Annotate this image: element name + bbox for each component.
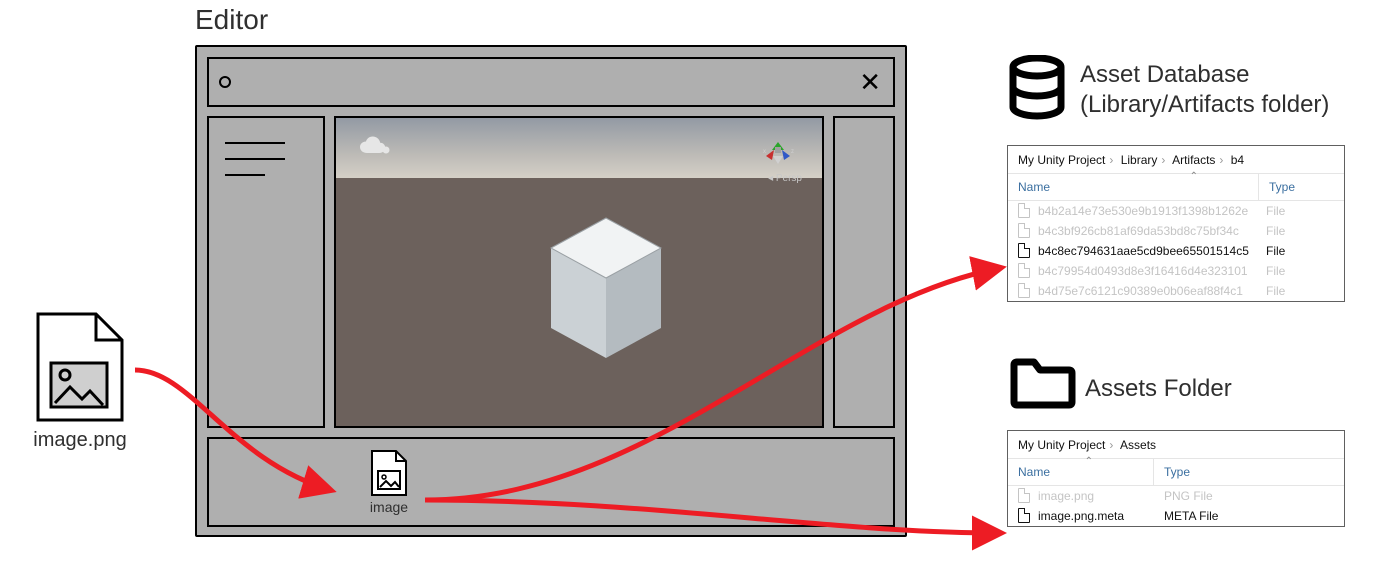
- file-icon: [1018, 223, 1032, 239]
- file-row[interactable]: b4d75e7c6121c90389e0b06eaf88f4c1 File: [1008, 281, 1344, 301]
- editor-inspector-panel: [833, 116, 895, 428]
- folder-icon: [1010, 355, 1076, 411]
- file-icon: [1018, 243, 1032, 259]
- sort-indicator-icon: ⌃: [1190, 171, 1198, 182]
- file-name: image.png: [1038, 489, 1094, 503]
- editor-scene-view[interactable]: x z ◂ Persp: [334, 116, 824, 428]
- project-asset-chip[interactable]: image: [369, 449, 409, 515]
- file-icon: [1018, 283, 1032, 299]
- overlay-icon: [358, 136, 394, 158]
- file-row[interactable]: image.png.meta META File: [1008, 506, 1344, 526]
- asset-chip-label: image: [369, 499, 409, 515]
- sort-indicator-icon: ⌃: [1085, 456, 1093, 467]
- file-row[interactable]: b4c3bf926cb81af69da53bd8c75bf34c File: [1008, 221, 1344, 241]
- editor-title: Editor: [195, 4, 268, 36]
- file-name: b4c79954d0493d8e3f16416d4e323101: [1038, 264, 1248, 278]
- source-file: image.png: [33, 311, 127, 452]
- column-headers[interactable]: Name⌃ Type: [1008, 458, 1344, 486]
- asset-thumbnail-icon: [369, 449, 409, 497]
- file-type: File: [1266, 284, 1334, 298]
- editor-hierarchy-panel: [207, 116, 325, 428]
- file-rows: b4b2a14e73e530e9b1913f1398b1262eFileb4c3…: [1008, 201, 1344, 301]
- file-type: PNG File: [1164, 489, 1334, 503]
- assets-folder-label: Assets Folder: [1085, 375, 1232, 403]
- file-name: image.png.meta: [1038, 509, 1124, 523]
- file-name: b4c8ec794631aae5cd9bee65501514c5: [1038, 244, 1249, 258]
- database-icon: [1008, 55, 1066, 125]
- file-rows: image.png PNG File image.png.meta META File: [1008, 486, 1344, 526]
- file-icon: [1018, 263, 1032, 279]
- breadcrumb[interactable]: My Unity Project› Assets: [1008, 431, 1344, 458]
- editor-titlebar: ✕: [207, 57, 895, 107]
- file-row[interactable]: image.png PNG File: [1008, 486, 1344, 506]
- file-type: META File: [1164, 509, 1334, 523]
- file-name: b4c3bf926cb81af69da53bd8c75bf34c: [1038, 224, 1239, 238]
- source-file-label: image.png: [33, 429, 127, 452]
- column-headers[interactable]: Name⌃ Type: [1008, 173, 1344, 201]
- projection-label: ◂ Persp: [768, 173, 802, 184]
- file-name: b4b2a14e73e530e9b1913f1398b1262e: [1038, 204, 1248, 218]
- close-icon[interactable]: ✕: [859, 69, 881, 95]
- file-row[interactable]: b4b2a14e73e530e9b1913f1398b1262e File: [1008, 201, 1344, 221]
- file-row[interactable]: b4c79954d0493d8e3f16416d4e323101 File: [1008, 261, 1344, 281]
- window-control-icon: [219, 76, 231, 88]
- file-row[interactable]: b4c8ec794631aae5cd9bee65501514c5 File: [1008, 241, 1344, 261]
- editor-project-panel[interactable]: image: [207, 437, 895, 527]
- file-type: File: [1266, 224, 1334, 238]
- svg-text:z: z: [791, 149, 794, 155]
- image-file-icon: [33, 311, 127, 423]
- file-type: File: [1266, 264, 1334, 278]
- explorer-asset-database: My Unity Project› Library› Artifacts› b4…: [1007, 145, 1345, 302]
- asset-database-label: Asset Database (Library/Artifacts folder…: [1080, 60, 1329, 120]
- file-type: File: [1266, 204, 1334, 218]
- scene-cube[interactable]: [536, 208, 676, 368]
- svg-text:x: x: [763, 149, 766, 155]
- file-name: b4d75e7c6121c90389e0b06eaf88f4c1: [1038, 284, 1243, 298]
- file-type: File: [1266, 244, 1334, 258]
- orientation-gizmo-icon[interactable]: x z: [758, 128, 798, 168]
- file-icon: [1018, 508, 1032, 524]
- editor-window: ✕ x z ◂ Persp: [195, 45, 907, 537]
- breadcrumb[interactable]: My Unity Project› Library› Artifacts› b4: [1008, 146, 1344, 173]
- file-icon: [1018, 488, 1032, 504]
- explorer-assets-folder: My Unity Project› Assets Name⌃ Type imag…: [1007, 430, 1345, 527]
- file-icon: [1018, 203, 1032, 219]
- scene-sky: [336, 118, 822, 178]
